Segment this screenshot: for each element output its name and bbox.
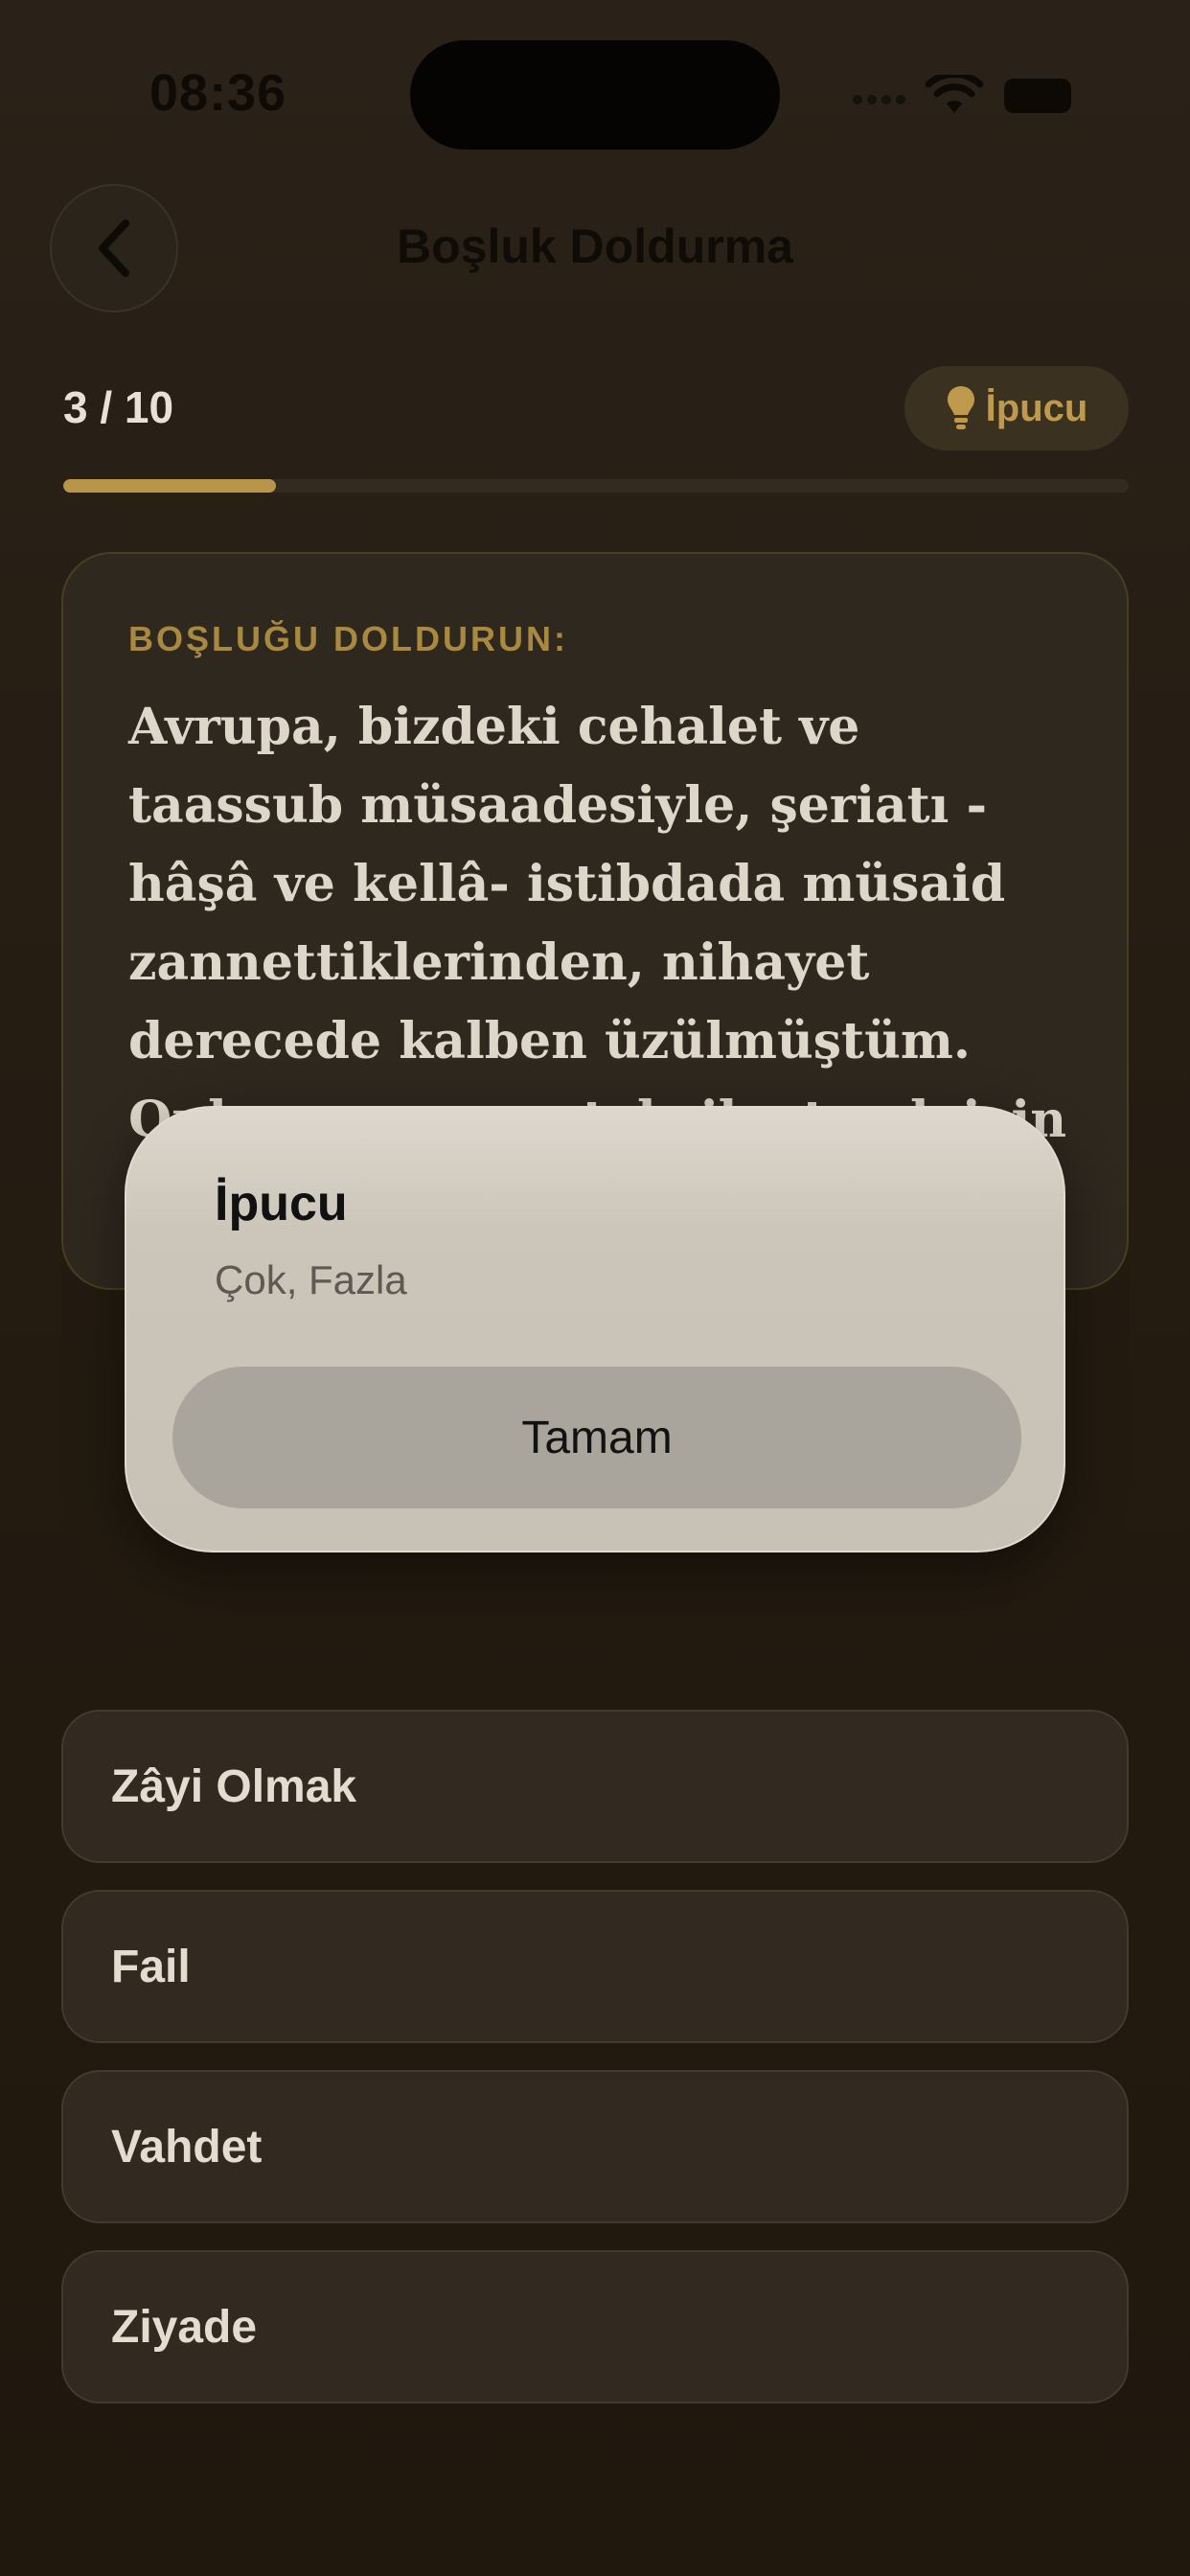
cellular-signal-icon bbox=[853, 92, 910, 113]
alert-title: İpucu bbox=[215, 1176, 348, 1231]
alert-ok-button[interactable]: Tamam bbox=[172, 1367, 1021, 1508]
progress-counter: 3 / 10 bbox=[63, 382, 174, 432]
battery-icon bbox=[1004, 79, 1071, 113]
hint-alert-dialog: İpucu Çok, Fazla Tamam bbox=[125, 1106, 1065, 1552]
wifi-icon bbox=[926, 75, 983, 113]
answer-option[interactable]: Ziyade bbox=[61, 2250, 1129, 2404]
page-title: Boşluk Doldurma bbox=[397, 219, 793, 273]
progress-bar-fill bbox=[63, 479, 277, 493]
progress-bar bbox=[63, 479, 1129, 493]
dynamic-island bbox=[410, 40, 780, 150]
answer-option[interactable]: Vahdet bbox=[61, 2070, 1129, 2223]
lightbulb-icon bbox=[947, 386, 974, 429]
question-heading: BOŞLUĞU DOLDURUN: bbox=[128, 619, 568, 658]
hint-button[interactable]: İpucu bbox=[904, 366, 1129, 450]
alert-message: Çok, Fazla bbox=[215, 1257, 407, 1302]
status-time: 08:36 bbox=[149, 64, 287, 122]
answer-option[interactable]: Fail bbox=[61, 1890, 1129, 2043]
answer-option[interactable]: Zâyi Olmak bbox=[61, 1710, 1129, 1863]
hint-button-label: İpucu bbox=[985, 386, 1088, 429]
